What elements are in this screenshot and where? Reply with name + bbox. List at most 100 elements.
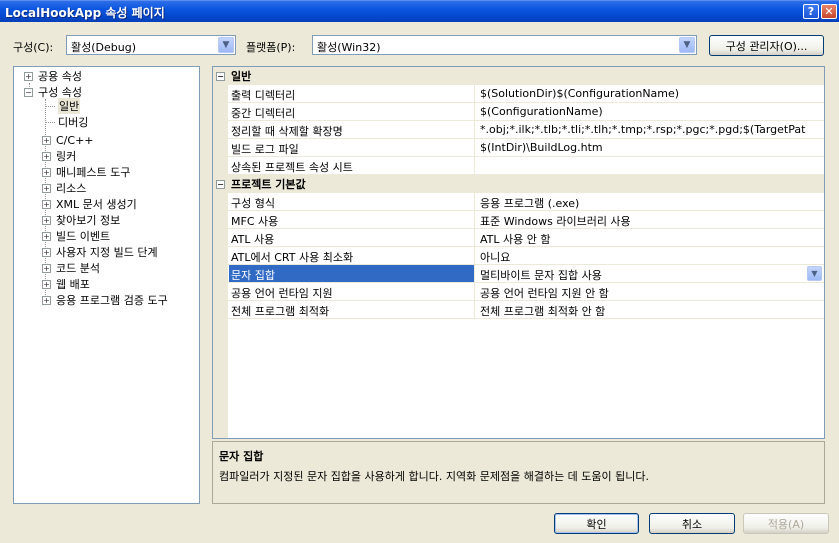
- platform-value: 활성(Win32): [317, 41, 381, 54]
- tree-item-cpp[interactable]: + C/C++: [42, 132, 94, 148]
- tree-item-resources[interactable]: + 리소스: [42, 180, 86, 196]
- ok-button[interactable]: 확인: [554, 513, 639, 534]
- platform-combo[interactable]: 활성(Win32) ▼: [312, 35, 697, 55]
- property-name: 구성 형식: [229, 193, 475, 210]
- tree-node-label: 리소스: [56, 182, 87, 195]
- apply-button[interactable]: 적용(A): [743, 513, 829, 534]
- chevron-down-icon[interactable]: ▼: [218, 37, 234, 53]
- property-row[interactable]: ATL 사용 ATL 사용 안 함: [213, 229, 824, 247]
- tree-item-general[interactable]: 일반: [58, 98, 81, 114]
- property-name: 공용 언어 런타임 지원: [229, 283, 475, 300]
- expand-icon[interactable]: +: [42, 279, 51, 289]
- tree-node-label: C/C++: [56, 133, 94, 147]
- tree-node-label: 매니페스트 도구: [56, 166, 131, 179]
- expand-icon[interactable]: +: [42, 295, 51, 305]
- expand-icon[interactable]: +: [24, 71, 33, 81]
- tree-item-debugging[interactable]: 디버깅: [58, 114, 88, 130]
- property-name: 상속된 프로젝트 속성 시트: [229, 157, 475, 174]
- property-name: 출력 디렉터리: [229, 85, 475, 102]
- config-combo[interactable]: 활성(Debug) ▼: [66, 35, 236, 55]
- collapse-icon[interactable]: −: [216, 71, 225, 81]
- expand-icon[interactable]: +: [42, 183, 51, 193]
- chevron-down-icon[interactable]: ▼: [807, 266, 822, 281]
- property-row[interactable]: 정리할 때 삭제할 확장명 *.obj;*.ilk;*.tlb;*.tli;*.…: [213, 121, 824, 139]
- tree-node-label: 웹 배포: [56, 278, 90, 291]
- property-value[interactable]: ATL 사용 안 함: [476, 229, 824, 246]
- property-name: 전체 프로그램 최적화: [229, 301, 475, 318]
- close-button[interactable]: ✕: [821, 4, 837, 19]
- close-icon: ✕: [824, 5, 834, 18]
- property-value[interactable]: $(IntDir)\BuildLog.htm: [476, 139, 824, 156]
- expand-icon[interactable]: +: [42, 167, 51, 177]
- tree-item-build-events[interactable]: + 빌드 이벤트: [42, 228, 110, 244]
- property-row[interactable]: 공용 언어 런타임 지원 공용 언어 런타임 지원 안 함: [213, 283, 824, 301]
- tree-node-label: 일반: [58, 98, 81, 114]
- property-tree[interactable]: + 공용 속성 − 구성 속성 일반 디버깅 + C/C++ + 링커 + 매니…: [13, 66, 200, 504]
- property-value[interactable]: [476, 157, 824, 174]
- property-row[interactable]: 빌드 로그 파일 $(IntDir)\BuildLog.htm: [213, 139, 824, 157]
- property-name: ATL에서 CRT 사용 최소화: [229, 247, 475, 264]
- property-grid[interactable]: − 일반 출력 디렉터리 $(SolutionDir)$(Configurati…: [212, 66, 825, 439]
- expand-icon[interactable]: +: [42, 199, 51, 209]
- property-value[interactable]: $(ConfigurationName): [476, 103, 824, 120]
- property-row[interactable]: 중간 디렉터리 $(ConfigurationName): [213, 103, 824, 121]
- tree-node-label: 코드 분석: [56, 262, 100, 275]
- tree-item-linker[interactable]: + 링커: [42, 148, 76, 164]
- category-label: 일반: [231, 70, 252, 83]
- property-row[interactable]: 출력 디렉터리 $(SolutionDir)$(ConfigurationNam…: [213, 85, 824, 103]
- property-value[interactable]: 공용 언어 런타임 지원 안 함: [476, 283, 824, 300]
- category-label: 프로젝트 기본값: [231, 178, 306, 191]
- tree-item-custom-build[interactable]: + 사용자 지정 빌드 단계: [42, 244, 158, 260]
- property-name: 빌드 로그 파일: [229, 139, 475, 156]
- tree-node-label: 빌드 이벤트: [56, 230, 111, 243]
- property-value[interactable]: *.obj;*.ilk;*.tlb;*.tli;*.tlh;*.tmp;*.rs…: [476, 121, 824, 138]
- description-panel: 문자 집합 컴파일러가 지정된 문자 집합을 사용하게 합니다. 지역화 문제점…: [212, 441, 825, 504]
- collapse-icon[interactable]: −: [24, 87, 33, 97]
- tree-item-xml[interactable]: + XML 문서 생성기: [42, 196, 137, 212]
- tree-item-manifest[interactable]: + 매니페스트 도구: [42, 164, 130, 180]
- expand-icon[interactable]: +: [42, 135, 51, 145]
- tree-node-label: 공용 속성: [38, 70, 82, 83]
- expand-icon[interactable]: +: [42, 231, 51, 241]
- help-button[interactable]: ?: [803, 4, 819, 19]
- property-value[interactable]: 응용 프로그램 (.exe): [476, 193, 824, 210]
- tree-node-label: 디버깅: [58, 116, 89, 129]
- property-value[interactable]: 전체 프로그램 최적화 안 함: [476, 301, 824, 318]
- expand-icon[interactable]: +: [42, 263, 51, 273]
- cancel-button[interactable]: 취소: [649, 513, 735, 534]
- property-row-selected[interactable]: 문자 집합 멀티바이트 문자 집합 사용 ▼: [213, 265, 824, 283]
- collapse-icon[interactable]: −: [216, 179, 225, 189]
- property-row[interactable]: 구성 형식 응용 프로그램 (.exe): [213, 193, 824, 211]
- config-label: 구성(C):: [13, 41, 54, 54]
- tree-node-label: XML 문서 생성기: [56, 198, 137, 211]
- platform-label: 플랫폼(P):: [246, 41, 296, 54]
- property-value[interactable]: 아니요: [476, 247, 824, 264]
- help-icon: ?: [807, 5, 815, 18]
- tree-item-code-analysis[interactable]: + 코드 분석: [42, 260, 100, 276]
- property-name: 중간 디렉터리: [229, 103, 475, 120]
- tree-item-browse[interactable]: + 찾아보기 정보: [42, 212, 120, 228]
- expand-icon[interactable]: +: [42, 151, 51, 161]
- property-value[interactable]: 표준 Windows 라이브러리 사용: [476, 211, 824, 228]
- category-general[interactable]: − 일반: [213, 67, 824, 85]
- chevron-down-icon[interactable]: ▼: [679, 37, 695, 53]
- expand-icon[interactable]: +: [42, 215, 51, 225]
- tree-node-common-props[interactable]: + 공용 속성: [24, 68, 82, 84]
- title-bar: LocalHookApp 속성 페이지 ? ✕: [0, 0, 839, 22]
- property-name: ATL 사용: [229, 229, 475, 246]
- tree-item-web-deploy[interactable]: + 웹 배포: [42, 276, 90, 292]
- property-value[interactable]: $(SolutionDir)$(ConfigurationName): [476, 85, 824, 102]
- config-manager-button[interactable]: 구성 관리자(O)...: [709, 35, 824, 56]
- property-name: MFC 사용: [229, 211, 475, 228]
- tree-node-label: 사용자 지정 빌드 단계: [56, 246, 158, 259]
- property-row[interactable]: 상속된 프로젝트 속성 시트: [213, 157, 824, 175]
- description-title: 문자 집합: [219, 450, 264, 463]
- property-row[interactable]: MFC 사용 표준 Windows 라이브러리 사용: [213, 211, 824, 229]
- category-project-defaults[interactable]: − 프로젝트 기본값: [213, 175, 824, 193]
- tree-item-app-verifier[interactable]: + 응용 프로그램 검증 도구: [42, 292, 168, 308]
- property-value-dropdown[interactable]: 멀티바이트 문자 집합 사용: [476, 265, 824, 282]
- property-row[interactable]: ATL에서 CRT 사용 최소화 아니요: [213, 247, 824, 265]
- property-row[interactable]: 전체 프로그램 최적화 전체 프로그램 최적화 안 함: [213, 301, 824, 319]
- property-name: 정리할 때 삭제할 확장명: [229, 121, 475, 138]
- expand-icon[interactable]: +: [42, 247, 51, 257]
